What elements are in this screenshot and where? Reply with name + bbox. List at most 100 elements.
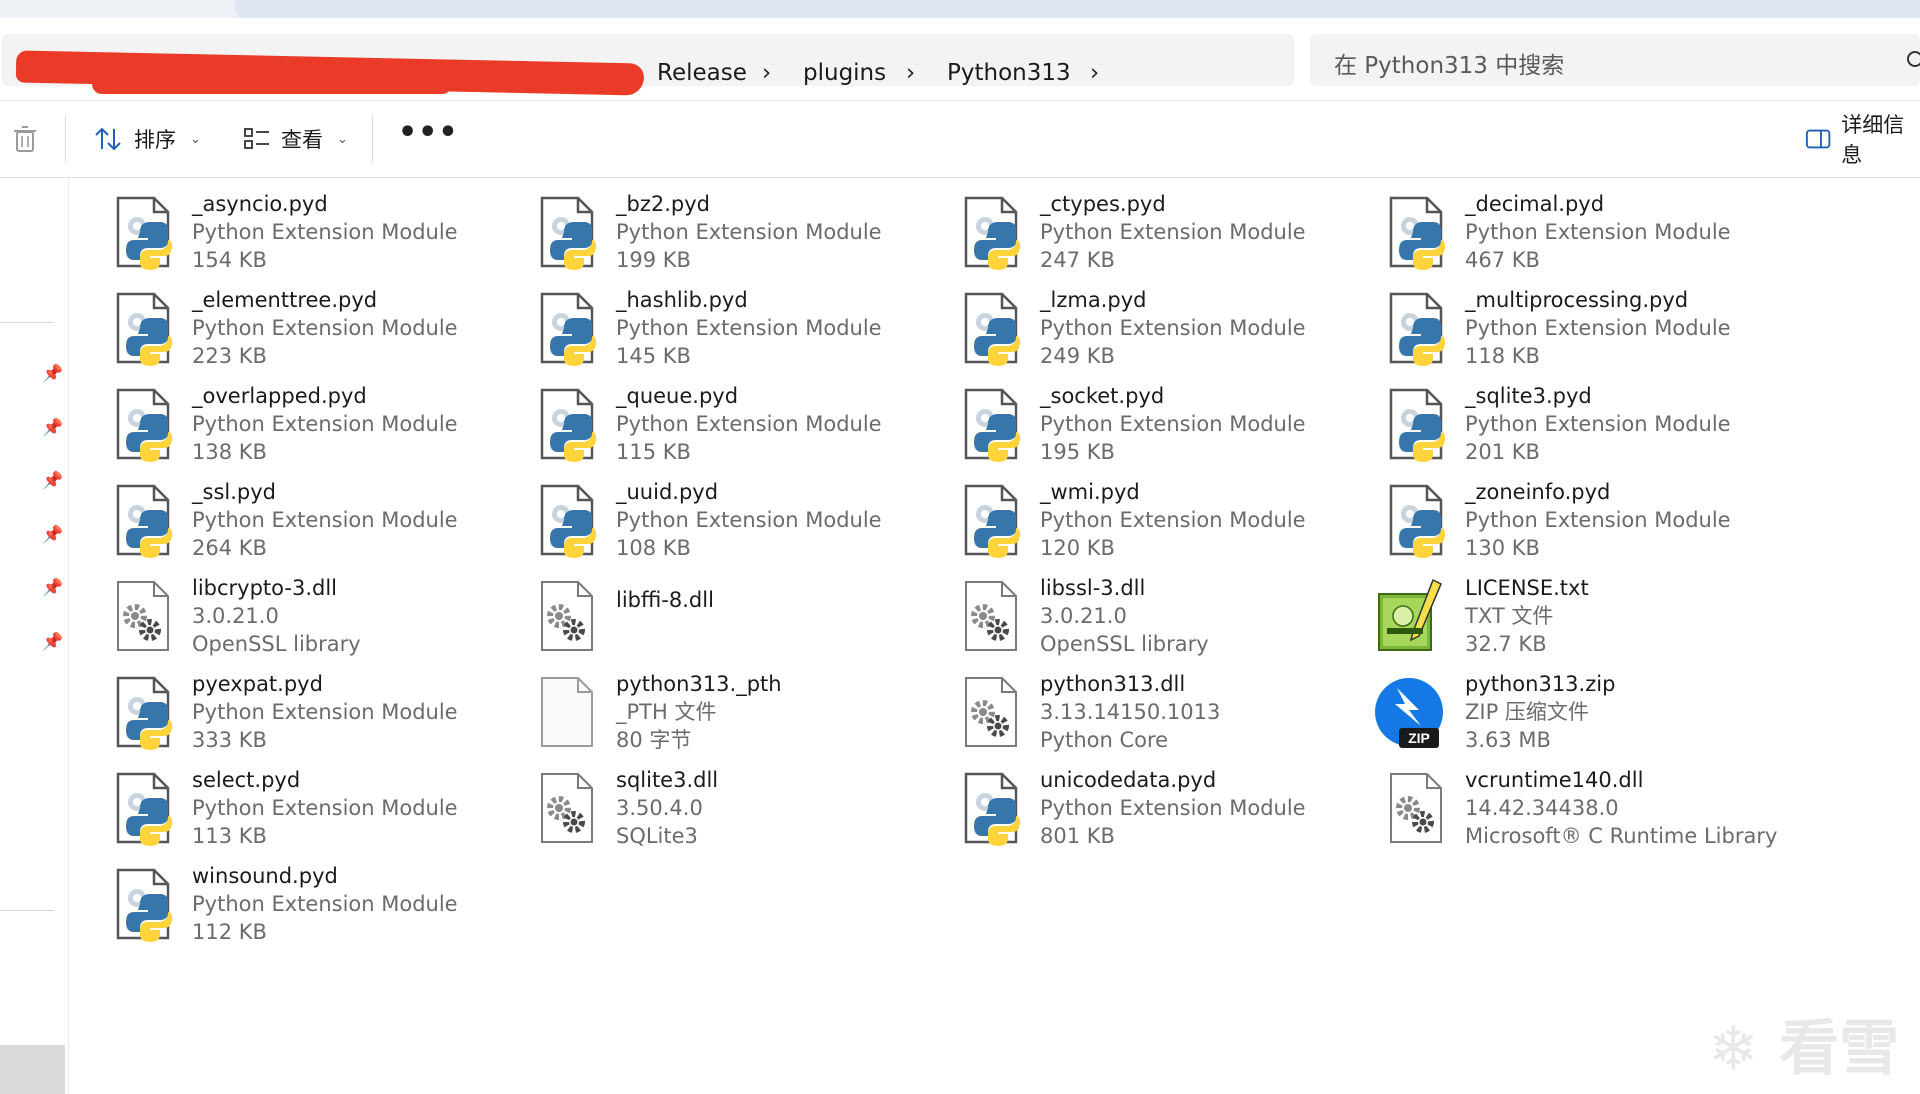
file-name: select.pyd — [192, 768, 301, 792]
file-item[interactable]: pyexpat.pyd Python Extension Module 333 KB — [110, 670, 530, 760]
details-pane-button[interactable]: 详细信息 — [1805, 113, 1920, 167]
pin-icon[interactable]: 📌 — [42, 578, 63, 598]
chevron-right-icon[interactable]: › — [762, 60, 771, 86]
python-icon — [110, 674, 184, 752]
python-icon — [1383, 386, 1457, 464]
file-type: Python Extension Module — [1465, 508, 1731, 532]
sort-button[interactable]: 排序 ⌄ — [94, 121, 201, 157]
file-text: libcrypto-3.dll 3.0.21.0 OpenSSL library — [192, 574, 361, 658]
pin-icon[interactable]: 📌 — [42, 525, 63, 545]
more-options-button[interactable]: ••• — [398, 115, 459, 150]
nav-divider — [0, 322, 54, 323]
file-item[interactable]: _uuid.pyd Python Extension Module 108 KB — [534, 478, 954, 568]
file-size: 118 KB — [1465, 344, 1540, 368]
file-item[interactable]: libcrypto-3.dll 3.0.21.0 OpenSSL library — [110, 574, 530, 664]
file-name: _socket.pyd — [1040, 384, 1165, 408]
file-type: TXT 文件 — [1465, 604, 1554, 628]
file-item[interactable]: _lzma.pyd Python Extension Module 249 KB — [958, 286, 1378, 376]
chevron-down-icon: ⌄ — [190, 131, 201, 147]
python-icon — [110, 482, 184, 560]
file-item[interactable]: _overlapped.pyd Python Extension Module 13… — [110, 382, 530, 472]
file-text: _multiprocessing.pyd Python Extension Mod… — [1465, 286, 1731, 370]
file-item[interactable]: python313.dll 3.13.14150.1013 Python Core — [958, 670, 1378, 760]
file-text: _hashlib.pyd Python Extension Module 145 K… — [616, 286, 882, 370]
file-item[interactable]: select.pyd Python Extension Module 113 KB — [110, 766, 530, 856]
file-name: _elementtree.pyd — [192, 288, 378, 312]
file-text: _socket.pyd Python Extension Module 195 KB — [1040, 382, 1306, 466]
file-item[interactable]: _bz2.pyd Python Extension Module 199 KB — [534, 190, 954, 280]
nav-item-selected[interactable] — [0, 1045, 65, 1094]
file-size: OpenSSL library — [192, 632, 361, 656]
file-item[interactable]: _hashlib.pyd Python Extension Module 145 K… — [534, 286, 954, 376]
file-size: 138 KB — [192, 440, 267, 464]
file-item[interactable]: _wmi.pyd Python Extension Module 120 KB — [958, 478, 1378, 568]
file-item[interactable]: _ctypes.pyd Python Extension Module 247 KB — [958, 190, 1378, 280]
search-input[interactable]: 在 Python313 中搜索 — [1310, 34, 1920, 86]
file-text: python313.dll 3.13.14150.1013 Python Core — [1040, 670, 1220, 754]
file-item[interactable]: unicodedata.pyd Python Extension Module 80… — [958, 766, 1378, 856]
python-icon — [110, 194, 184, 272]
pin-icon[interactable]: 📌 — [42, 632, 63, 652]
pin-icon[interactable]: 📌 — [42, 364, 63, 384]
file-type: Python Extension Module — [1040, 508, 1306, 532]
file-name: _bz2.pyd — [616, 192, 710, 216]
file-text: vcruntime140.dll 14.42.34438.0 Microsoft® … — [1465, 766, 1777, 850]
file-name: _ctypes.pyd — [1040, 192, 1166, 216]
file-item[interactable]: vcruntime140.dll 14.42.34438.0 Microsoft® … — [1383, 766, 1803, 856]
file-type: Python Extension Module — [1040, 316, 1306, 340]
file-item[interactable]: python313._pth _PTH 文件 80 字节 — [534, 670, 954, 760]
sort-icon — [95, 127, 121, 151]
view-label: 查看 — [281, 128, 323, 152]
file-size: 333 KB — [192, 728, 267, 752]
file-type: Python Extension Module — [616, 508, 882, 532]
breadcrumb-python313[interactable]: Python313 — [947, 60, 1071, 86]
file-item[interactable]: _elementtree.pyd Python Extension Module 2… — [110, 286, 530, 376]
file-name: _uuid.pyd — [616, 480, 719, 504]
file-text: _lzma.pyd Python Extension Module 249 KB — [1040, 286, 1306, 370]
file-item[interactable]: sqlite3.dll 3.50.4.0 SQLite3 — [534, 766, 954, 856]
python-icon — [958, 482, 1032, 560]
active-tab[interactable] — [235, 0, 1920, 18]
file-item[interactable]: libssl-3.dll 3.0.21.0 OpenSSL library — [958, 574, 1378, 664]
file-item[interactable]: _queue.pyd Python Extension Module 115 KB — [534, 382, 954, 472]
file-text: _queue.pyd Python Extension Module 115 KB — [616, 382, 882, 466]
file-item[interactable]: ZIP python313.zip ZIP 压缩文件 3.63 MB — [1375, 670, 1803, 760]
breadcrumb-release[interactable]: Release — [657, 60, 747, 86]
file-item[interactable]: _socket.pyd Python Extension Module 195 KB — [958, 382, 1378, 472]
file-item[interactable]: _ssl.pyd Python Extension Module 264 KB — [110, 478, 530, 568]
file-size: Python Core — [1040, 728, 1169, 752]
chevron-right-icon[interactable]: › — [906, 60, 915, 86]
address-bar[interactable]: Release › plugins › Python313 › — [2, 34, 1294, 96]
sort-label: 排序 — [134, 128, 176, 152]
file-name: python313.dll — [1040, 672, 1186, 696]
file-name: _queue.pyd — [616, 384, 739, 408]
file-size: 195 KB — [1040, 440, 1115, 464]
file-item[interactable]: _multiprocessing.pyd Python Extension Mod… — [1383, 286, 1803, 376]
file-text: _uuid.pyd Python Extension Module 108 KB — [616, 478, 882, 562]
file-type: Python Extension Module — [192, 412, 458, 436]
file-type: Python Extension Module — [192, 700, 458, 724]
dll-gear-icon — [534, 770, 608, 848]
file-item[interactable]: libffi-8.dll — [534, 574, 954, 664]
file-text: _bz2.pyd Python Extension Module 199 KB — [616, 190, 882, 274]
file-item[interactable]: _zoneinfo.pyd Python Extension Module 130 … — [1383, 478, 1803, 568]
view-button[interactable]: 查看 ⌄ — [243, 121, 348, 157]
file-name: _zoneinfo.pyd — [1465, 480, 1611, 504]
file-item[interactable]: _sqlite3.pyd Python Extension Module 201 K… — [1383, 382, 1803, 472]
breadcrumb-plugins[interactable]: plugins — [803, 60, 886, 86]
pin-icon[interactable]: 📌 — [42, 471, 63, 491]
file-type: 3.50.4.0 — [616, 796, 703, 820]
file-size: Microsoft® C Runtime Library — [1465, 824, 1778, 848]
python-icon — [534, 386, 608, 464]
dll-gear-icon — [958, 674, 1032, 752]
pin-icon[interactable]: 📌 — [42, 418, 63, 438]
python-icon — [534, 482, 608, 560]
chevron-right-icon[interactable]: › — [1090, 60, 1099, 86]
toolbar-divider — [65, 115, 66, 163]
file-item[interactable]: winsound.pyd Python Extension Module 112 K… — [110, 862, 530, 952]
file-item[interactable]: _decimal.pyd Python Extension Module 467 K… — [1383, 190, 1803, 280]
file-type: ZIP 压缩文件 — [1465, 700, 1589, 724]
file-item[interactable]: _asyncio.pyd Python Extension Module 154 K… — [110, 190, 530, 280]
delete-icon[interactable] — [12, 125, 38, 153]
file-item[interactable]: LICENSE.txt TXT 文件 32.7 KB — [1378, 574, 1803, 664]
